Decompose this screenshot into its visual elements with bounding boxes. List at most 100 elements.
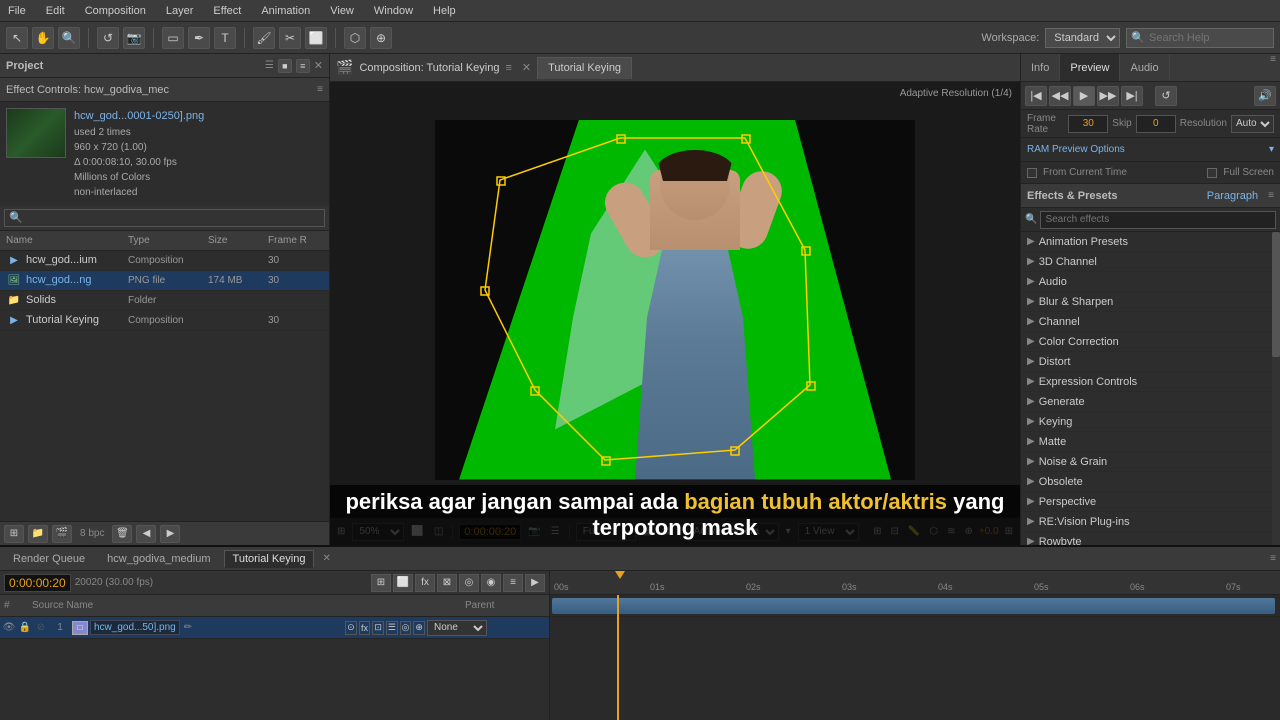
tl-motion-btn[interactable]: ⊠ <box>437 574 457 592</box>
layer-visibility-toggle[interactable]: 👁 <box>2 621 16 635</box>
layer-shy-toggle[interactable]: ⊘ <box>34 621 48 635</box>
rect-tool[interactable]: ▭ <box>162 27 184 49</box>
parent-select[interactable]: None <box>427 620 487 636</box>
effect-category-revision[interactable]: ▶ RE:Vision Plug-ins <box>1021 512 1280 532</box>
roto-tool[interactable]: ⬡ <box>344 27 366 49</box>
layer-name[interactable]: hcw_god...50].png <box>90 620 180 635</box>
brush-tool[interactable]: 🖌 <box>253 27 275 49</box>
effect-category-animation[interactable]: ▶ Animation Presets <box>1021 232 1280 252</box>
camera-tool[interactable]: 📷 <box>123 27 145 49</box>
tl-effects-btn[interactable]: fx <box>415 574 435 592</box>
full-screen-checkbox[interactable] <box>1207 168 1217 178</box>
effect-category-rowbyte[interactable]: ▶ Rowbyte <box>1021 532 1280 545</box>
tl-shy-btn[interactable]: ≡ <box>503 574 523 592</box>
effect-category-noise[interactable]: ▶ Noise & Grain <box>1021 452 1280 472</box>
effect-category-3d[interactable]: ▶ 3D Channel <box>1021 252 1280 272</box>
select-tool[interactable]: ↖ <box>6 27 28 49</box>
layer-switch-1[interactable]: ⊙ <box>345 621 357 635</box>
tab-hcw-medium[interactable]: hcw_godiva_medium <box>98 550 219 568</box>
comp-options[interactable]: ≡ <box>505 62 511 74</box>
tl-parent-btn[interactable]: ⊞ <box>371 574 391 592</box>
trash-btn[interactable]: 🗑 <box>112 525 132 543</box>
panel-menu[interactable]: ≡ <box>296 59 310 73</box>
effect-category-audio[interactable]: ▶ Audio <box>1021 272 1280 292</box>
menu-file[interactable]: File <box>4 5 30 17</box>
effect-controls-menu[interactable]: ≡ <box>317 84 323 95</box>
menu-help[interactable]: Help <box>429 5 460 17</box>
menu-animation[interactable]: Animation <box>257 5 314 17</box>
layer-switch-3[interactable]: ⊡ <box>372 621 384 635</box>
list-item[interactable]: 🖼 hcw_god...ng PNG file 174 MB 30 <box>0 271 329 291</box>
effect-category-blur[interactable]: ▶ Blur & Sharpen <box>1021 292 1280 312</box>
clone-tool[interactable]: ✂ <box>279 27 301 49</box>
search-input[interactable] <box>1149 32 1269 44</box>
close-timeline-tab[interactable]: ✕ <box>322 553 330 564</box>
skip-input[interactable] <box>1136 115 1176 133</box>
tab-tutorial-keying[interactable]: Tutorial Keying <box>224 550 315 568</box>
layer-switch-4[interactable]: ☰ <box>386 621 398 635</box>
tl-adjust-btn[interactable]: ◎ <box>459 574 479 592</box>
new-footage-btn[interactable]: 🎬 <box>52 525 72 543</box>
layer-row[interactable]: 👁 🔒 ⊘ 1 □ hcw_god...50].png ✏ ⊙ fx ⊡ ☰ ◎… <box>0 617 549 639</box>
effect-category-expression[interactable]: ▶ Expression Controls <box>1021 372 1280 392</box>
panel-icon-1[interactable]: ■ <box>278 59 292 73</box>
track-bar-1[interactable] <box>552 598 1275 614</box>
menu-composition[interactable]: Composition <box>81 5 150 17</box>
effect-category-keying[interactable]: ▶ Keying <box>1021 412 1280 432</box>
nav-left-btn[interactable]: ◀ <box>136 525 156 543</box>
new-comp-btn[interactable]: ⊞ <box>4 525 24 543</box>
effects-menu[interactable]: ≡ <box>1268 190 1274 201</box>
menu-view[interactable]: View <box>326 5 358 17</box>
list-item[interactable]: 📁 Solids Folder <box>0 291 329 311</box>
effect-category-distort[interactable]: ▶ Distort <box>1021 352 1280 372</box>
tab-info[interactable]: Info <box>1021 54 1060 81</box>
tab-preview[interactable]: Preview <box>1060 54 1120 81</box>
first-frame-btn[interactable]: |◀ <box>1025 86 1047 106</box>
hand-tool[interactable]: ✋ <box>32 27 54 49</box>
composition-tab[interactable]: Tutorial Keying <box>537 57 632 79</box>
pen-tool[interactable]: ✒ <box>188 27 210 49</box>
eraser-tool[interactable]: ⬜ <box>305 27 327 49</box>
resolution-select[interactable]: Auto Full Half <box>1231 115 1274 133</box>
list-item[interactable]: ▶ hcw_god...ium Composition 30 <box>0 251 329 271</box>
text-tool[interactable]: T <box>214 27 236 49</box>
frame-rate-input[interactable] <box>1068 115 1108 133</box>
nav-right-btn[interactable]: ▶ <box>160 525 180 543</box>
from-current-checkbox[interactable] <box>1027 168 1037 178</box>
timeline-menu[interactable]: ≡ <box>1270 553 1276 564</box>
prev-frame-btn[interactable]: ◀◀ <box>1049 86 1071 106</box>
effects-scroll-thumb[interactable] <box>1272 232 1280 357</box>
effect-category-channel[interactable]: ▶ Channel <box>1021 312 1280 332</box>
list-item[interactable]: ▶ Tutorial Keying Composition 30 <box>0 311 329 331</box>
play-btn[interactable]: ▶ <box>1073 86 1095 106</box>
layer-switch-6[interactable]: ⊕ <box>413 621 425 635</box>
tab-render-queue[interactable]: Render Queue <box>4 550 94 568</box>
effect-category-generate[interactable]: ▶ Generate <box>1021 392 1280 412</box>
layer-switch-2[interactable]: fx <box>359 621 371 635</box>
effect-category-obsolete[interactable]: ▶ Obsolete <box>1021 472 1280 492</box>
tl-mask-btn[interactable]: ⬜ <box>393 574 413 592</box>
layer-edit-icon[interactable]: ✏ <box>184 622 192 633</box>
zoom-tool[interactable]: 🔍 <box>58 27 80 49</box>
tab-audio[interactable]: Audio <box>1120 54 1169 81</box>
puppet-tool[interactable]: ⊕ <box>370 27 392 49</box>
menu-layer[interactable]: Layer <box>162 5 198 17</box>
loop-btn[interactable]: ↺ <box>1155 86 1177 106</box>
layer-switch-5[interactable]: ◎ <box>400 621 412 635</box>
tl-solo-btn[interactable]: ◉ <box>481 574 501 592</box>
new-folder-btn[interactable]: 📁 <box>28 525 48 543</box>
menu-window[interactable]: Window <box>370 5 417 17</box>
preview-options-btn[interactable]: RAM Preview Options ▾ <box>1021 138 1280 162</box>
mute-btn[interactable]: 🔊 <box>1254 86 1276 106</box>
paragraph-tab[interactable]: Paragraph <box>1207 190 1258 202</box>
last-frame-btn[interactable]: ▶| <box>1121 86 1143 106</box>
rotate-tool[interactable]: ↺ <box>97 27 119 49</box>
menu-effect[interactable]: Effect <box>209 5 245 17</box>
play-audio-btn[interactable]: ▶▶ <box>1097 86 1119 106</box>
tl-expand-btn[interactable]: ▶ <box>525 574 545 592</box>
effect-category-perspective[interactable]: ▶ Perspective <box>1021 492 1280 512</box>
effect-category-color[interactable]: ▶ Color Correction <box>1021 332 1280 352</box>
effects-scrollbar[interactable] <box>1272 232 1280 545</box>
project-search-input[interactable] <box>4 209 325 227</box>
close-project-panel[interactable]: ✕ <box>314 59 323 72</box>
